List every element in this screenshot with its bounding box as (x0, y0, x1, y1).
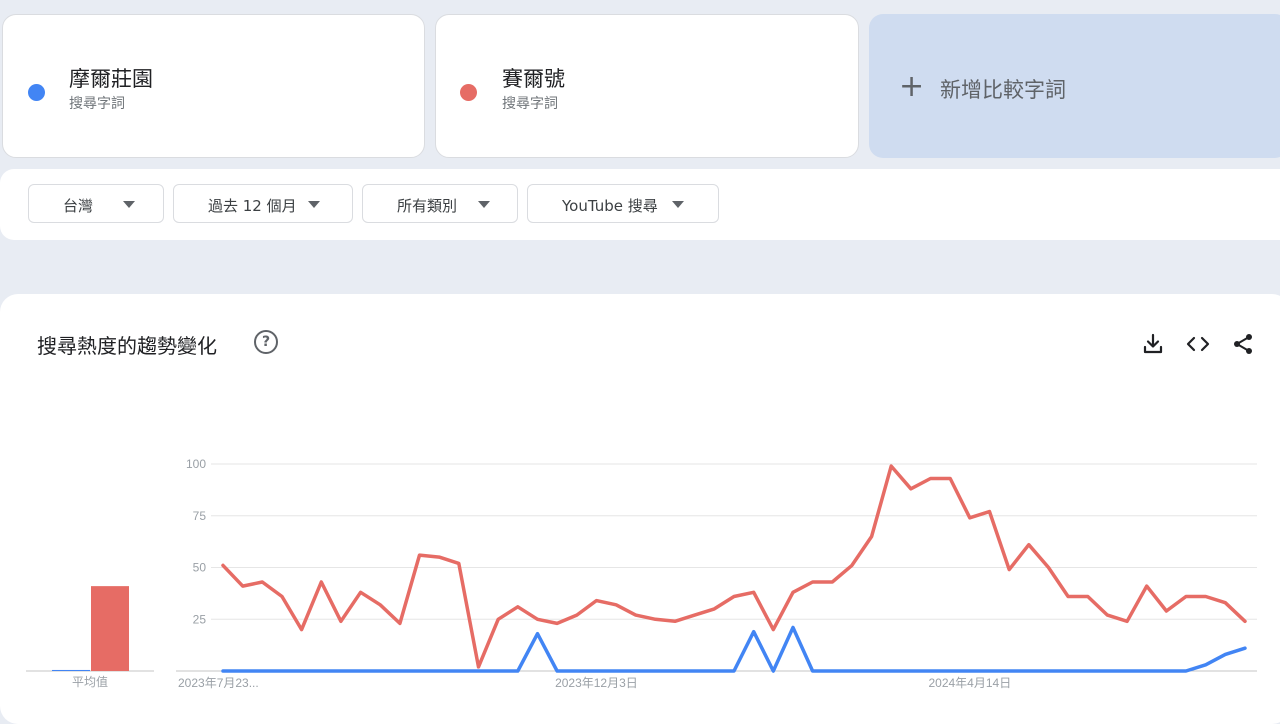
average-label: 平均值 (72, 674, 108, 689)
y-tick-label: 25 (193, 612, 207, 626)
x-tick-label: 2023年12月3日 (555, 676, 638, 690)
average-bar (91, 586, 129, 671)
x-tick-label: 2024年4月14日 (928, 676, 1011, 690)
y-tick-label: 75 (193, 509, 207, 523)
series-line (221, 625, 1247, 673)
series-line (221, 464, 1247, 669)
x-tick-label: 2023年7月23... (178, 676, 259, 690)
average-bar (52, 669, 90, 671)
y-tick-label: 100 (186, 457, 206, 471)
y-tick-label: 50 (193, 561, 207, 575)
interest-chart: 25 50 75 100 平均值 2023年7月23... 2023年12月3日 2024… (26, 457, 1257, 690)
